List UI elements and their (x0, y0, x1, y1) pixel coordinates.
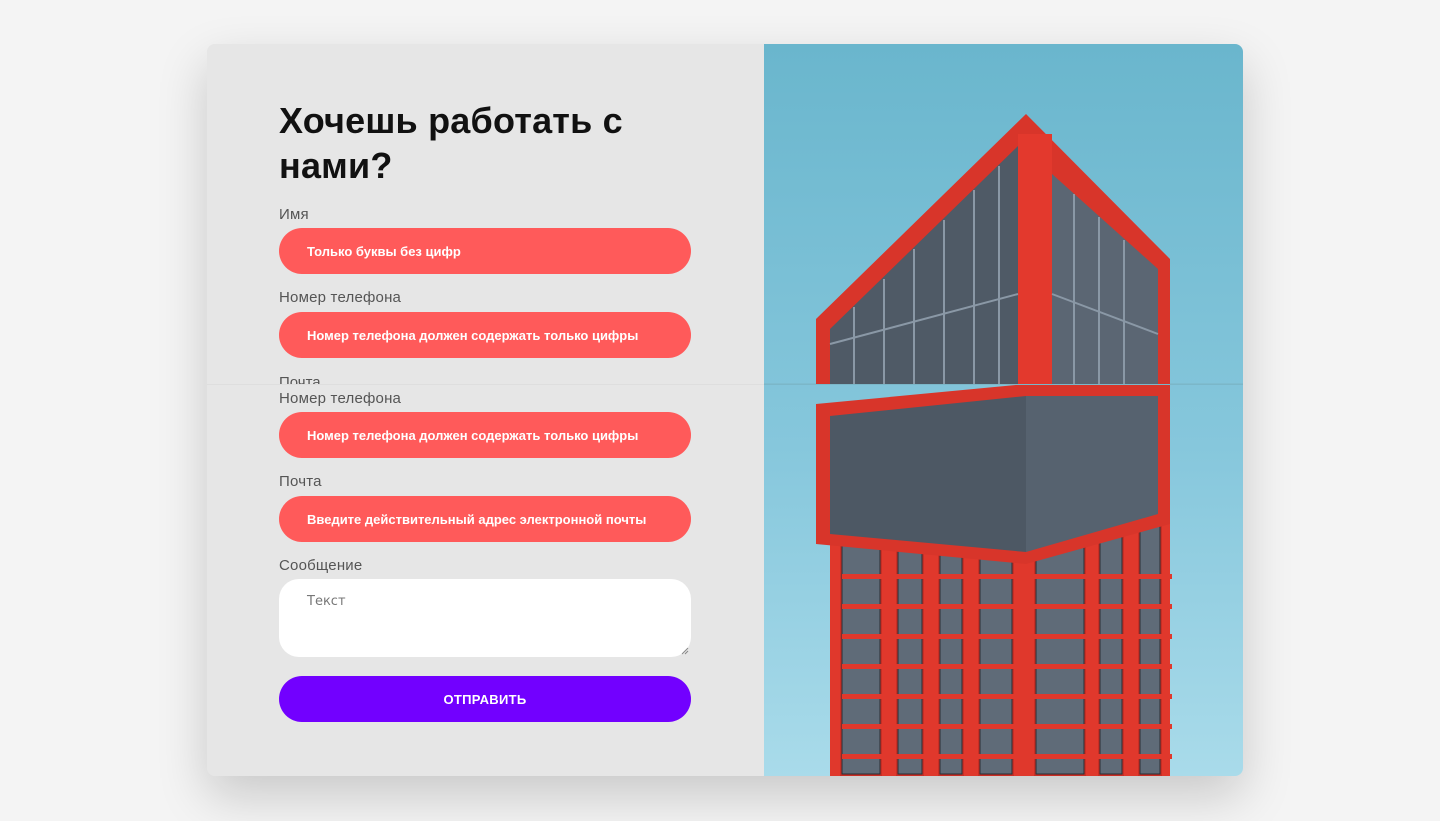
middle-crown-glass-left (830, 396, 1026, 552)
email-label-clipped: Почта (279, 374, 321, 384)
name-field-value: Только буквы без цифр (307, 243, 461, 259)
phone-field-repeat-value: Номер телефона должен содержать только ц… (307, 427, 639, 443)
contact-card: Хочешь работать с нами? Имя Только буквы… (207, 44, 1243, 776)
email-field-value: Введите действительный адрес электронной… (307, 511, 647, 527)
top-crown-glass-left (830, 146, 1018, 384)
resize-grip-icon[interactable] (681, 647, 689, 655)
top-corner-pillar (1018, 134, 1052, 384)
submit-button[interactable]: ОТПРАВИТЬ (279, 676, 691, 722)
page-title: Хочешь работать с нами? (279, 100, 623, 186)
phone-field-value: Номер телефона должен содержать только ц… (307, 327, 639, 343)
message-label: Сообщение (279, 557, 363, 574)
phone-field-repeat[interactable]: Номер телефона должен содержать только ц… (279, 412, 691, 458)
building-image (764, 44, 1243, 776)
render-seam (207, 384, 1243, 385)
name-label: Имя (279, 206, 309, 223)
form-panel: Хочешь работать с нами? Имя Только буквы… (207, 44, 764, 776)
name-field[interactable]: Только буквы без цифр (279, 228, 691, 274)
phone-label: Номер телефона (279, 289, 402, 306)
message-textarea[interactable]: Текст (279, 579, 691, 657)
building-illustration (764, 114, 1243, 776)
email-field[interactable]: Введите действительный адрес электронной… (279, 496, 691, 542)
email-label: Почта (279, 473, 322, 490)
message-placeholder: Текст (307, 594, 346, 609)
phone-label-repeat: Номер телефона (279, 390, 402, 407)
phone-field[interactable]: Номер телефона должен содержать только ц… (279, 312, 691, 358)
submit-label: ОТПРАВИТЬ (443, 691, 527, 707)
